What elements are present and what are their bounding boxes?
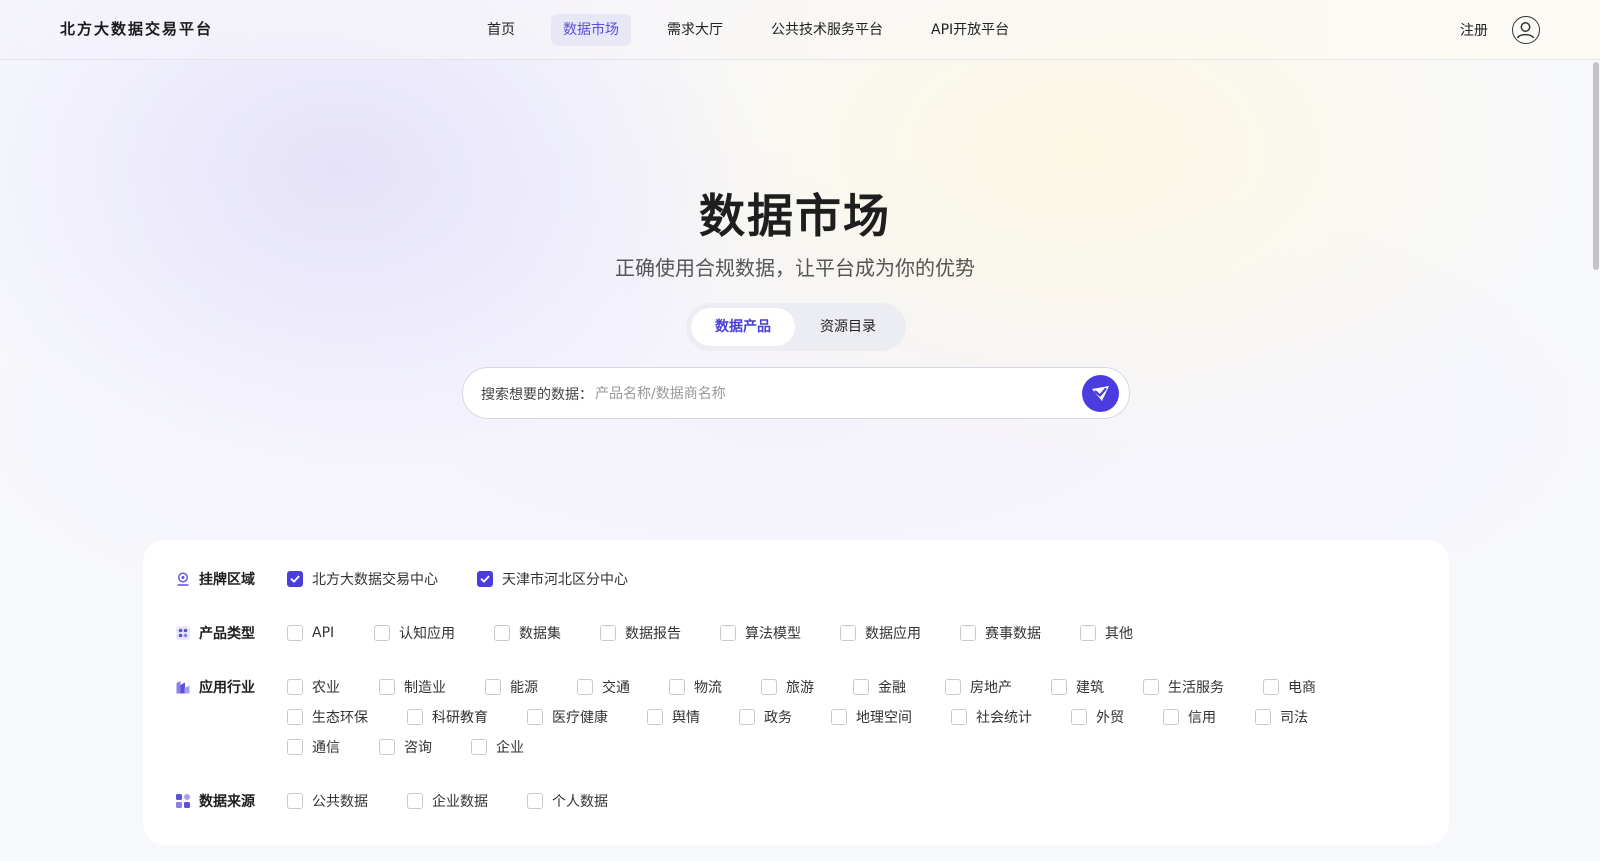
checkbox-industry[interactable]: 金融 [853,677,906,697]
checkbox-industry[interactable]: 旅游 [761,677,814,697]
checkbox-industry[interactable]: 房地产 [945,677,1012,697]
tab-data-products[interactable]: 数据产品 [691,308,795,346]
nav-item-home[interactable]: 首页 [475,14,527,46]
page-subtitle: 正确使用合规数据，让平台成为你的优势 [615,256,975,280]
checkbox-source[interactable]: 公共数据 [287,791,368,811]
checkbox-region-north[interactable]: 北方大数据交易中心 [287,569,438,589]
industry-icon [176,681,190,694]
checkbox-industry[interactable]: 咨询 [379,737,432,757]
checkbox-industry[interactable]: 舆情 [647,707,700,727]
checkbox-product-type[interactable]: 赛事数据 [960,623,1041,643]
checkbox-industry[interactable]: 司法 [1255,707,1308,727]
nav-item-demand-hall[interactable]: 需求大厅 [655,14,735,46]
blocks-icon [176,794,190,808]
tab-switcher: 数据产品 资源目录 [686,303,906,351]
checkbox-product-type[interactable]: 数据集 [494,623,561,643]
nav-item-data-market[interactable]: 数据市场 [551,14,631,46]
checkbox-source[interactable]: 企业数据 [407,791,488,811]
top-header: 北方大数据交易平台 首页 数据市场 需求大厅 公共技术服务平台 API开放平台 … [0,0,1600,60]
checkbox-industry[interactable]: 电商 [1263,677,1316,697]
checkbox-product-type[interactable]: 数据报告 [600,623,681,643]
grid-icon [176,626,190,640]
search-button[interactable] [1082,375,1119,412]
checkbox-industry[interactable]: 通信 [287,737,340,757]
filter-label-product-type: 产品类型 [175,623,255,643]
location-pin-icon [177,572,189,586]
register-link[interactable]: 注册 [1460,20,1488,40]
checkbox-product-type[interactable]: API [287,623,334,643]
checkbox-industry[interactable]: 企业 [471,737,524,757]
checkbox-industry[interactable]: 外贸 [1071,707,1124,727]
filter-label-industry: 应用行业 [175,677,255,697]
scrollbar-thumb[interactable] [1593,62,1599,270]
user-icon[interactable] [1512,16,1540,44]
checkbox-industry[interactable]: 交通 [577,677,630,697]
search-input[interactable] [595,378,1035,410]
checkbox-product-type[interactable]: 算法模型 [720,623,801,643]
nav-item-public-tech[interactable]: 公共技术服务平台 [759,14,895,46]
filter-label-source: 数据来源 [175,791,255,811]
checkbox-industry[interactable]: 农业 [287,677,340,697]
checkbox-industry[interactable]: 政务 [739,707,792,727]
main-nav: 首页 数据市场 需求大厅 公共技术服务平台 API开放平台 [475,14,1045,46]
checkbox-industry[interactable]: 医疗健康 [527,707,608,727]
send-icon [1092,386,1109,401]
checkbox-industry[interactable]: 制造业 [379,677,446,697]
checkbox-industry[interactable]: 生态环保 [287,707,368,727]
checkbox-industry[interactable]: 建筑 [1051,677,1104,697]
filter-panel: 挂牌区域 北方大数据交易中心 天津市河北区分中心 产品类型 API 认知应用 数… [143,540,1449,845]
checkbox-industry[interactable]: 物流 [669,677,722,697]
search-bar: 搜索想要的数据： [462,367,1130,419]
checkbox-industry[interactable]: 生活服务 [1143,677,1224,697]
checkbox-checked[interactable] [287,571,303,587]
checkbox-product-type[interactable]: 数据应用 [840,623,921,643]
filter-label-region: 挂牌区域 [175,569,255,589]
checkbox-industry[interactable]: 地理空间 [831,707,912,727]
checkbox-checked[interactable] [477,571,493,587]
nav-item-api-platform[interactable]: API开放平台 [919,14,1021,46]
tab-resource-catalog[interactable]: 资源目录 [796,308,900,346]
checkbox-region-tianjin[interactable]: 天津市河北区分中心 [477,569,628,589]
checkbox-industry[interactable]: 能源 [485,677,538,697]
page-title: 数据市场 [699,189,891,243]
search-prefix-label: 搜索想要的数据： [481,387,593,403]
site-logo[interactable]: 北方大数据交易平台 [60,18,213,39]
checkbox-source[interactable]: 个人数据 [527,791,608,811]
checkbox-product-type[interactable]: 其他 [1080,623,1133,643]
checkbox-industry[interactable]: 信用 [1163,707,1216,727]
checkbox-product-type[interactable]: 认知应用 [374,623,455,643]
checkbox-industry[interactable]: 科研教育 [407,707,488,727]
checkbox-industry[interactable]: 社会统计 [951,707,1032,727]
